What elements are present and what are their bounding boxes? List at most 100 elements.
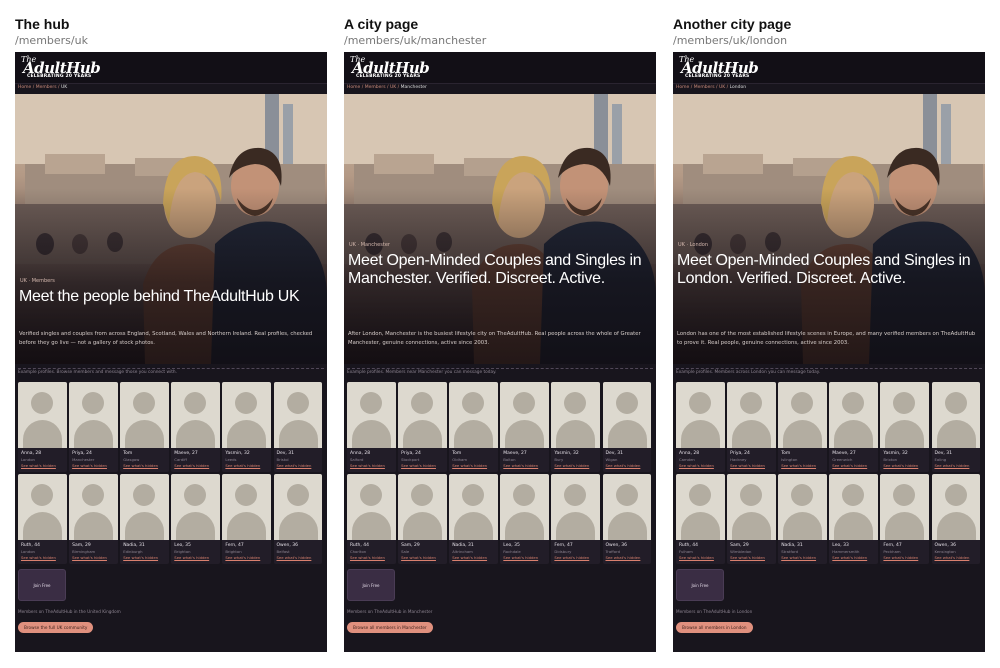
member-profile-link[interactable]: See what's hidden [730, 555, 765, 560]
avatar-placeholder [449, 474, 498, 540]
member-card[interactable]: Maeve, 27 Bolton See what's hidden [500, 382, 549, 472]
member-profile-link[interactable]: See what's hidden [935, 555, 970, 560]
member-card[interactable]: Sam, 29 Birmingham See what's hidden [69, 474, 118, 564]
member-profile-link[interactable]: See what's hidden [452, 463, 487, 468]
member-card[interactable]: Priya, 24 Hackney See what's hidden [727, 382, 776, 472]
avatar-placeholder [778, 474, 827, 540]
member-profile-link[interactable]: See what's hidden [401, 463, 436, 468]
member-profile-link[interactable]: See what's hidden [401, 555, 436, 560]
member-profile-link[interactable]: See what's hidden [174, 463, 209, 468]
member-city: Hammersmith [832, 549, 860, 554]
member-card[interactable]: Yasmin, 32 Leeds See what's hidden [222, 382, 271, 472]
page-screenshot: The AdultHub CELEBRATING 20 YEARS Home /… [673, 52, 985, 652]
member-profile-link[interactable]: See what's hidden [781, 555, 816, 560]
member-profile-link[interactable]: See what's hidden [350, 555, 385, 560]
member-card[interactable]: Owen, 36 Trafford See what's hidden [602, 474, 651, 564]
member-city: Brixton [883, 457, 898, 462]
join-free-button[interactable]: Join Free [18, 569, 66, 601]
member-profile-link[interactable]: See what's hidden [174, 555, 209, 560]
member-card[interactable]: Fern, 47 Brighton See what's hidden [222, 474, 271, 564]
member-profile-link[interactable]: See what's hidden [883, 463, 918, 468]
member-card[interactable]: Dev, 31 Bristol See what's hidden [273, 382, 322, 472]
member-card[interactable]: Sam, 29 Wimbledon See what's hidden [727, 474, 776, 564]
member-card[interactable]: Fern, 47 Peckham See what's hidden [880, 474, 929, 564]
member-card[interactable]: Fern, 47 Didsbury See what's hidden [551, 474, 600, 564]
breadcrumb-link[interactable]: Home [18, 85, 31, 90]
browse-cta-button[interactable]: Browse the full UK community [18, 622, 94, 633]
member-card[interactable]: Owen, 36 Kensington See what's hidden [931, 474, 980, 564]
member-card[interactable]: Leo, 35 Rochdale See what's hidden [500, 474, 549, 564]
member-profile-link[interactable]: See what's hidden [679, 555, 714, 560]
avatar-body-icon [607, 420, 647, 448]
site-logo[interactable]: The AdultHub CELEBRATING 20 YEARS [348, 55, 430, 81]
member-profile-link[interactable]: See what's hidden [935, 463, 970, 468]
member-profile-link[interactable]: See what's hidden [883, 555, 918, 560]
join-free-button[interactable]: Join Free [676, 569, 724, 601]
member-profile-link[interactable]: See what's hidden [123, 555, 158, 560]
member-card[interactable]: Nadia, 31 Altrincham See what's hidden [449, 474, 498, 564]
site-logo[interactable]: The AdultHub CELEBRATING 20 YEARS [19, 55, 101, 81]
member-card[interactable]: Tom Oldham See what's hidden [449, 382, 498, 472]
breadcrumb-link[interactable]: Home [676, 85, 689, 90]
avatar-body-icon [732, 420, 772, 448]
member-profile-link[interactable]: See what's hidden [350, 463, 385, 468]
member-card[interactable]: Owen, 36 Belfast See what's hidden [273, 474, 322, 564]
breadcrumb-link[interactable]: Home [347, 85, 360, 90]
member-profile-link[interactable]: See what's hidden [452, 555, 487, 560]
member-card[interactable]: Anna, 28 London See what's hidden [18, 382, 67, 472]
member-profile-link[interactable]: See what's hidden [72, 463, 107, 468]
member-name: Nadia, 31 [452, 543, 474, 548]
member-profile-link[interactable]: See what's hidden [554, 463, 589, 468]
member-card[interactable]: Anna, 28 Salford See what's hidden [347, 382, 396, 472]
member-card[interactable]: Priya, 24 Stockport See what's hidden [398, 382, 447, 472]
member-profile-link[interactable]: See what's hidden [21, 463, 56, 468]
member-city: Ealing [934, 457, 947, 462]
member-profile-link[interactable]: See what's hidden [277, 463, 312, 468]
member-card[interactable]: Priya, 24 Manchester See what's hidden [69, 382, 118, 472]
member-card[interactable]: Ruth, 44 London See what's hidden [18, 474, 67, 564]
member-card[interactable]: Maeve, 27 Cardiff See what's hidden [171, 382, 220, 472]
breadcrumb-link[interactable]: Members [365, 85, 386, 90]
member-card[interactable]: Leo, 35 Brighton See what's hidden [171, 474, 220, 564]
member-profile-link[interactable]: See what's hidden [225, 555, 260, 560]
member-card[interactable]: Yasmin, 32 Brixton See what's hidden [880, 382, 929, 472]
member-card[interactable]: Tom Islington See what's hidden [778, 382, 827, 472]
breadcrumb-link[interactable]: Members [36, 85, 57, 90]
member-profile-link[interactable]: See what's hidden [832, 463, 867, 468]
member-card[interactable]: Leo, 33 Hammersmith See what's hidden [829, 474, 878, 564]
join-free-button[interactable]: Join Free [347, 569, 395, 601]
member-card[interactable]: Maeve, 27 Greenwich See what's hidden [829, 382, 878, 472]
member-city: Altrincham [452, 549, 473, 554]
member-card[interactable]: Tom Glasgow See what's hidden [120, 382, 169, 472]
member-profile-link[interactable]: See what's hidden [225, 463, 260, 468]
browse-cta-button[interactable]: Browse all members in London [676, 622, 753, 633]
member-profile-link[interactable]: See what's hidden [503, 555, 538, 560]
member-card[interactable]: Sam, 29 Sale See what's hidden [398, 474, 447, 564]
member-profile-link[interactable]: See what's hidden [123, 463, 158, 468]
member-card[interactable]: Dev, 31 Ealing See what's hidden [931, 382, 980, 472]
member-profile-link[interactable]: See what's hidden [72, 555, 107, 560]
member-profile-link[interactable]: See what's hidden [679, 463, 714, 468]
member-profile-link[interactable]: See what's hidden [606, 555, 641, 560]
member-card[interactable]: Anna, 28 Camden See what's hidden [676, 382, 725, 472]
member-profile-link[interactable]: See what's hidden [781, 463, 816, 468]
member-profile-link[interactable]: See what's hidden [277, 555, 312, 560]
member-card[interactable]: Ruth, 44 Fulham See what's hidden [676, 474, 725, 564]
avatar-body-icon [352, 420, 391, 448]
member-profile-link[interactable]: See what's hidden [730, 463, 765, 468]
site-logo[interactable]: The AdultHub CELEBRATING 20 YEARS [677, 55, 759, 81]
browse-cta-button[interactable]: Browse all members in Manchester [347, 622, 433, 633]
member-city: Hackney [730, 457, 747, 462]
member-card[interactable]: Nadia, 31 Stratford See what's hidden [778, 474, 827, 564]
member-profile-link[interactable]: See what's hidden [832, 555, 867, 560]
logo-tagline: CELEBRATING 20 YEARS [685, 74, 750, 79]
member-card[interactable]: Dev, 31 Wigan See what's hidden [602, 382, 651, 472]
member-profile-link[interactable]: See what's hidden [503, 463, 538, 468]
member-profile-link[interactable]: See what's hidden [21, 555, 56, 560]
member-profile-link[interactable]: See what's hidden [554, 555, 589, 560]
member-card[interactable]: Nadia, 31 Edinburgh See what's hidden [120, 474, 169, 564]
member-profile-link[interactable]: See what's hidden [606, 463, 641, 468]
breadcrumb-link[interactable]: Members [694, 85, 715, 90]
member-card[interactable]: Ruth, 44 Chorlton See what's hidden [347, 474, 396, 564]
member-card[interactable]: Yasmin, 32 Bury See what's hidden [551, 382, 600, 472]
